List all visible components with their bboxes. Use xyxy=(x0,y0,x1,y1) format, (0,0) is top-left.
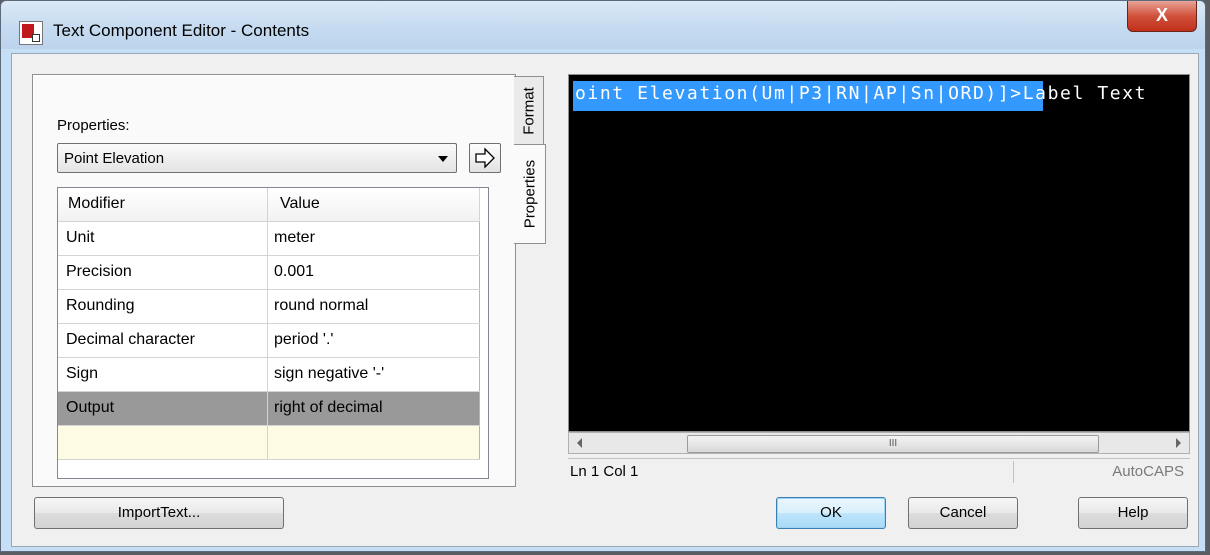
chevron-down-icon xyxy=(438,156,448,162)
dialog-client: Properties: Point Elevation Modifier Val… xyxy=(11,53,1199,547)
value-cell[interactable]: right of decimal xyxy=(268,392,480,425)
autocaps-indicator: AutoCAPS xyxy=(1112,463,1184,480)
header-modifier[interactable]: Modifier xyxy=(58,188,268,221)
modifier-cell-empty[interactable] xyxy=(58,426,268,459)
properties-dropdown[interactable]: Point Elevation xyxy=(57,143,457,173)
table-row-selected[interactable]: Output right of decimal xyxy=(58,392,480,426)
close-button[interactable]: X xyxy=(1127,1,1197,32)
tab-format[interactable]: Format xyxy=(514,76,544,146)
cursor-position: Ln 1 Col 1 xyxy=(570,463,639,480)
insert-property-button[interactable] xyxy=(469,143,501,173)
modifier-cell[interactable]: Rounding xyxy=(58,290,268,323)
status-bar: Ln 1 Col 1 AutoCAPS xyxy=(568,458,1190,485)
editor-rest-text: Label Text xyxy=(1022,83,1148,104)
modifier-grid: Modifier Value Unit meter Precision 0.00… xyxy=(57,187,489,479)
modifier-cell[interactable]: Precision xyxy=(58,256,268,289)
table-row-new[interactable] xyxy=(58,426,480,460)
value-cell[interactable]: meter xyxy=(268,222,480,255)
header-value[interactable]: Value xyxy=(268,188,480,221)
value-cell[interactable]: sign negative '-' xyxy=(268,358,480,391)
table-row[interactable]: Sign sign negative '-' xyxy=(58,358,480,392)
cancel-button[interactable]: Cancel xyxy=(908,497,1018,529)
title-bar: Text Component Editor - Contents X xyxy=(1,1,1205,49)
arrow-right-icon xyxy=(475,147,495,169)
dialog-window: Text Component Editor - Contents X Prope… xyxy=(0,0,1206,552)
modifier-cell[interactable]: Output xyxy=(58,392,268,425)
tab-properties[interactable]: Properties xyxy=(514,144,546,244)
modifier-cell[interactable]: Decimal character xyxy=(58,324,268,357)
value-cell[interactable]: 0.001 xyxy=(268,256,480,289)
ok-button[interactable]: OK xyxy=(776,497,886,529)
horizontal-scrollbar[interactable]: III xyxy=(568,432,1190,454)
help-button[interactable]: Help xyxy=(1078,497,1188,529)
app-icon xyxy=(19,21,43,45)
modifier-cell[interactable]: Unit xyxy=(58,222,268,255)
properties-panel: Properties: Point Elevation Modifier Val… xyxy=(32,74,516,487)
tab-properties-label: Properties xyxy=(521,159,538,229)
value-cell[interactable]: period '.' xyxy=(268,324,480,357)
editor-content[interactable]: oint Elevation(Um|P3|RN|AP|Sn|ORD)]>Labe… xyxy=(575,83,1147,104)
window-title: Text Component Editor - Contents xyxy=(53,21,310,40)
value-cell[interactable]: round normal xyxy=(268,290,480,323)
import-text-button[interactable]: ImportText... xyxy=(34,497,284,529)
scroll-left-icon[interactable] xyxy=(577,438,582,448)
properties-label: Properties: xyxy=(57,117,130,134)
scroll-right-icon[interactable] xyxy=(1176,438,1181,448)
text-editor[interactable]: oint Elevation(Um|P3|RN|AP|Sn|ORD)]>Labe… xyxy=(568,74,1190,432)
table-row[interactable]: Decimal character period '.' xyxy=(58,324,480,358)
table-row[interactable]: Rounding round normal xyxy=(58,290,480,324)
value-cell-empty[interactable] xyxy=(268,426,480,459)
editor-selected-text: oint Elevation(Um|P3|RN|AP|Sn|ORD)]> xyxy=(575,83,1023,104)
table-row[interactable]: Unit meter xyxy=(58,222,480,256)
modifier-cell[interactable]: Sign xyxy=(58,358,268,391)
tab-format-label: Format xyxy=(520,87,537,135)
status-divider xyxy=(1013,461,1014,483)
table-row[interactable]: Precision 0.001 xyxy=(58,256,480,290)
grid-header: Modifier Value xyxy=(58,188,480,222)
scroll-grip: III xyxy=(888,438,898,449)
scroll-thumb[interactable]: III xyxy=(687,435,1099,453)
properties-dropdown-value: Point Elevation xyxy=(64,150,165,167)
